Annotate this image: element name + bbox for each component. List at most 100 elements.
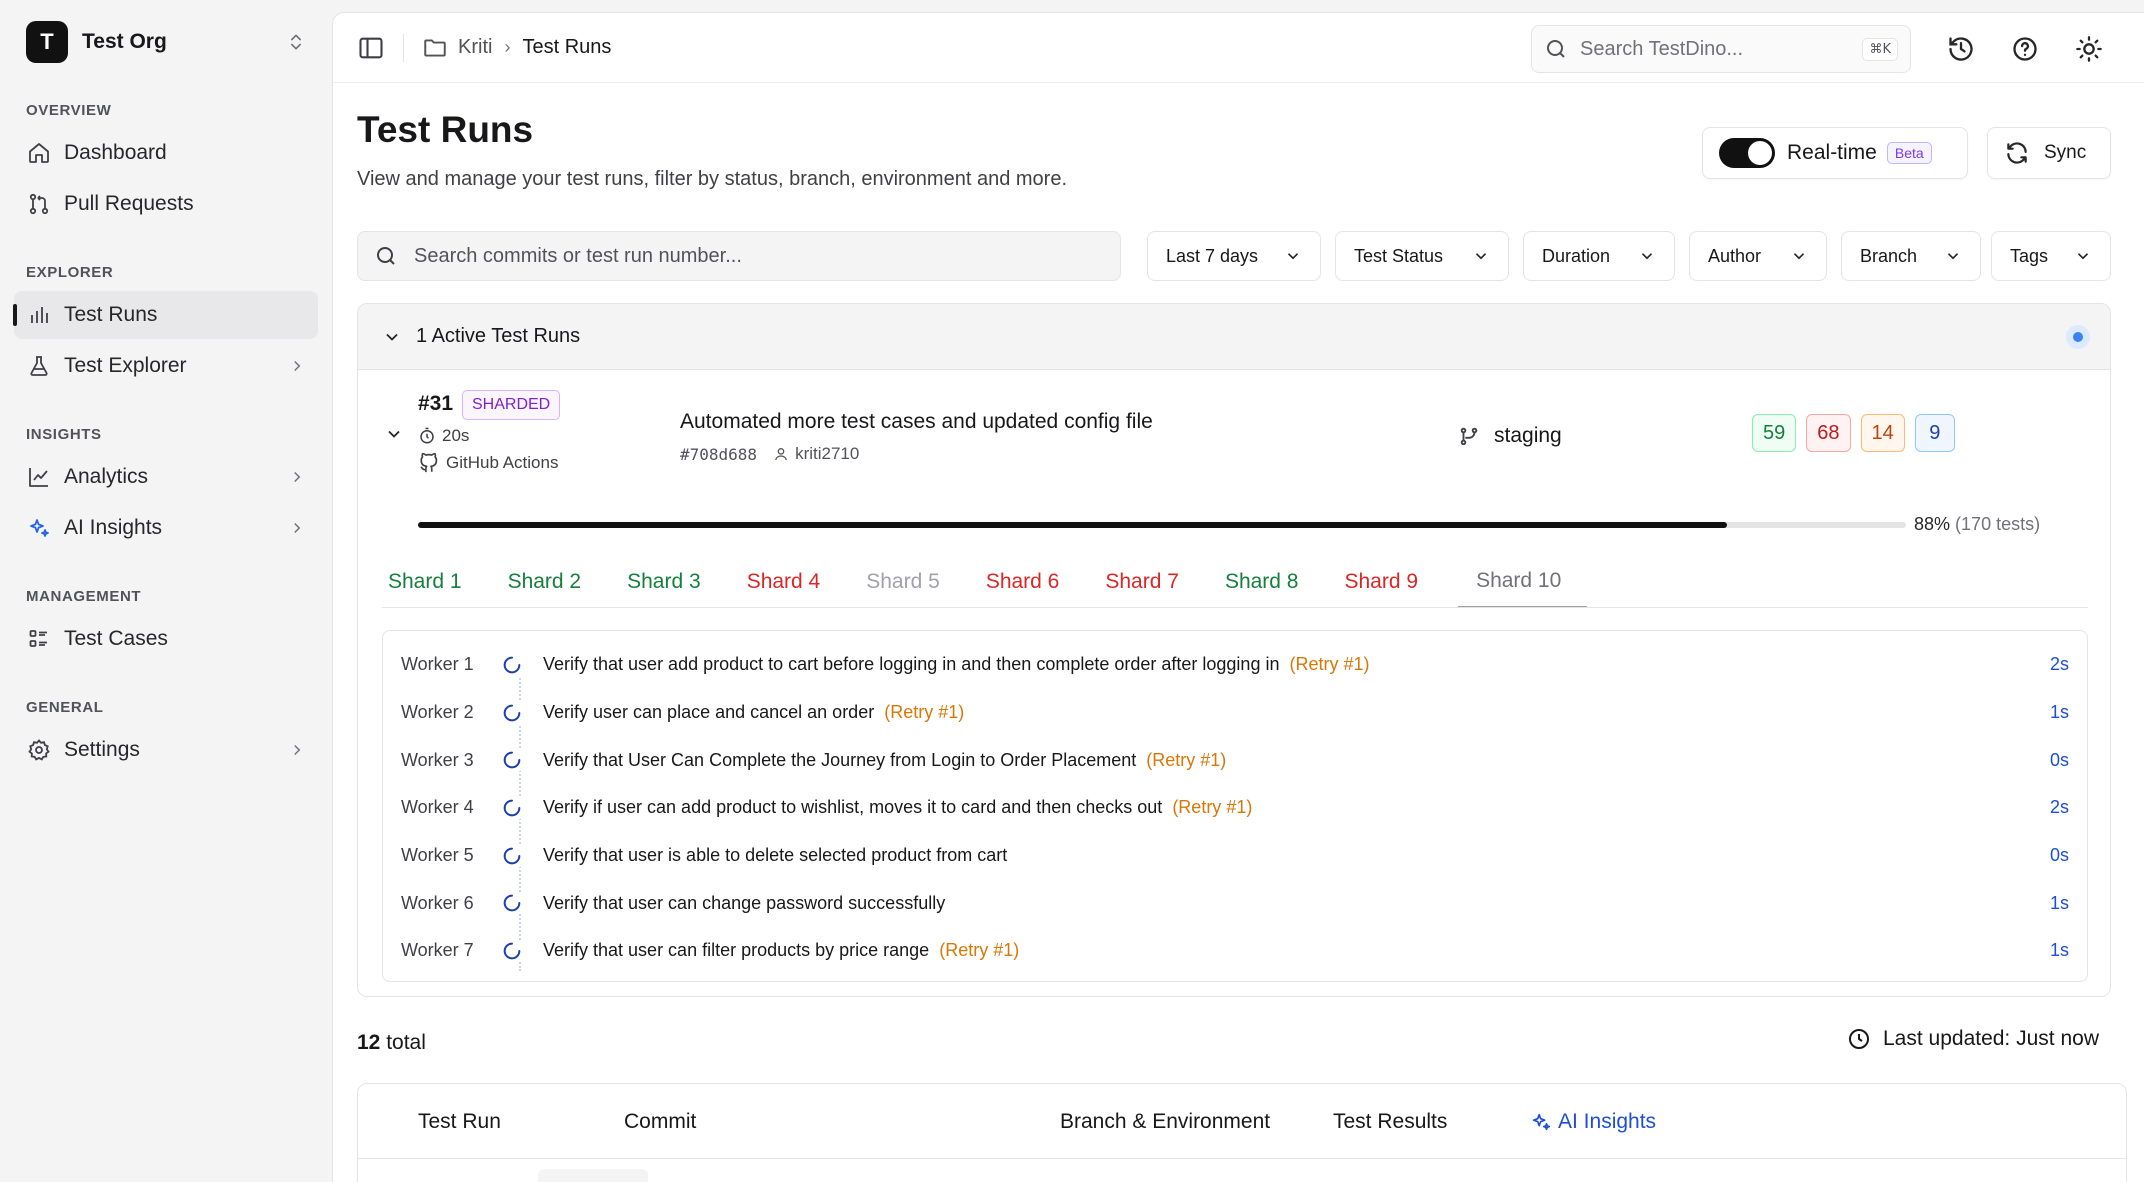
total-number: 12 — [357, 1031, 381, 1054]
org-switcher[interactable]: T Test Org — [14, 20, 318, 64]
breadcrumb-separator: › — [504, 37, 511, 57]
chevron-down-icon — [1793, 253, 1805, 260]
progress-percent: 88% — [1914, 514, 1951, 534]
column-test-run[interactable]: Test Run — [418, 1110, 501, 1134]
loading-spinner-icon — [501, 749, 523, 772]
tab-shard-9[interactable]: Shard 9 — [1339, 556, 1439, 608]
skipped-count[interactable]: 9 — [1914, 414, 1955, 452]
filter-label: Author — [1708, 245, 1762, 266]
commit-author: kriti2710 — [773, 444, 859, 464]
tab-shard-3[interactable]: Shard 3 — [621, 556, 721, 608]
tab-shard-4[interactable]: Shard 4 — [741, 556, 841, 608]
branch: staging — [1458, 424, 1562, 448]
history-icon[interactable] — [1947, 35, 1975, 63]
sidebar-item-analytics[interactable]: Analytics — [14, 453, 318, 501]
worker-row[interactable]: Worker 6 Verify that user can change pass… — [383, 879, 2087, 927]
refresh-icon — [2007, 142, 2027, 164]
worker-row[interactable]: Worker 2 Verify user can place and cancel… — [383, 689, 2087, 737]
retry-label: (Retry #1) — [884, 702, 965, 723]
failed-count[interactable]: 68 — [1806, 414, 1851, 452]
sidebar-item-test-explorer[interactable]: Test Explorer — [14, 342, 318, 390]
chevron-right-icon — [294, 522, 301, 534]
tab-shard-1[interactable]: Shard 1 — [382, 556, 482, 608]
theme-toggle-icon[interactable] — [2075, 35, 2103, 63]
workers-list: Worker 1 Verify that user add product to … — [382, 630, 2088, 982]
retry-label: (Retry #1) — [1146, 749, 1227, 770]
column-commit[interactable]: Commit — [624, 1110, 696, 1134]
worker-row[interactable]: Worker 3 Verify that User Can Complete th… — [383, 736, 2087, 784]
tab-shard-5[interactable]: Shard 5 — [860, 556, 960, 608]
test-title: Verify if user can add product to wishli… — [543, 797, 1163, 818]
active-runs-title: 1 Active Test Runs — [416, 325, 581, 347]
filter-branch[interactable]: Branch — [1841, 231, 1981, 281]
commit-message[interactable]: Automated more test cases and updated co… — [680, 410, 1153, 434]
worker-row[interactable]: Worker 4 Verify if user can add product t… — [383, 784, 2087, 832]
worker-row[interactable]: Worker 1 Verify that user add product to … — [383, 641, 2087, 689]
filter-label: Duration — [1542, 245, 1611, 266]
worker-elapsed: 1s — [2049, 892, 2069, 913]
global-search[interactable]: Search TestDino... ⌘K — [1531, 25, 1911, 73]
sidebar-toggle-icon[interactable] — [357, 34, 385, 62]
sidebar-item-settings[interactable]: Settings — [14, 726, 318, 774]
ci-label: GitHub Actions — [446, 453, 559, 472]
filter-date-range[interactable]: Last 7 days — [1147, 231, 1321, 281]
filter-label: Last 7 days — [1166, 245, 1259, 266]
breadcrumb-project[interactable]: Kriti — [458, 36, 492, 59]
loading-spinner-icon — [501, 653, 523, 676]
filter-author[interactable]: Author — [1689, 231, 1827, 281]
worker-row[interactable]: Worker 5 Verify that user is able to dele… — [383, 832, 2087, 880]
run-number[interactable]: #31 — [418, 392, 453, 416]
chevron-down-icon[interactable] — [384, 424, 404, 444]
tab-shard-7[interactable]: Shard 7 — [1099, 556, 1199, 608]
loading-spinner-icon — [501, 844, 523, 867]
branch-name: staging — [1494, 424, 1562, 447]
search-placeholder: Search TestDino... — [1580, 37, 1744, 60]
tab-shard-2[interactable]: Shard 2 — [502, 556, 602, 608]
breadcrumb-current: Test Runs — [522, 36, 612, 58]
runs-table-body — [357, 1159, 2127, 1182]
worker-test: Verify that user add product to cart bef… — [543, 654, 2050, 675]
sync-button[interactable]: Sync — [1987, 127, 2111, 179]
column-test-results[interactable]: Test Results — [1333, 1110, 1447, 1134]
section-general: GENERAL — [26, 699, 104, 716]
active-runs-header[interactable]: 1 Active Test Runs — [358, 304, 2110, 370]
sync-label: Sync — [2044, 142, 2087, 163]
page-subtitle: View and manage your test runs, filter b… — [357, 168, 1067, 190]
realtime-toggle[interactable] — [1719, 138, 1775, 168]
duration-value: 20s — [442, 426, 470, 445]
chevrons-up-down-icon — [291, 34, 301, 50]
sidebar-item-label: AI Insights — [64, 516, 163, 539]
progress-fill — [418, 522, 1728, 528]
flask-icon — [26, 353, 52, 379]
git-pull-request-icon — [26, 191, 52, 217]
ai-insights-label: AI Insights — [1558, 1110, 1657, 1133]
filter-duration[interactable]: Duration — [1523, 231, 1675, 281]
sparkles-icon — [1532, 1113, 1551, 1131]
sidebar-item-pull-requests[interactable]: Pull Requests — [14, 180, 318, 228]
worker-elapsed: 1s — [2049, 702, 2069, 723]
run-search-input[interactable]: Search commits or test run number... — [357, 231, 1121, 281]
column-ai-insights[interactable]: AI Insights — [1530, 1110, 1656, 1134]
column-branch-environment[interactable]: Branch & Environment — [1060, 1110, 1270, 1134]
sidebar-item-test-runs[interactable]: Test Runs — [13, 291, 318, 339]
help-icon[interactable] — [2011, 35, 2039, 63]
tab-shard-8[interactable]: Shard 8 — [1219, 556, 1319, 608]
sidebar-item-ai-insights[interactable]: AI Insights — [14, 504, 318, 552]
sidebar-item-label: Test Runs — [64, 303, 158, 326]
worker-name: Worker 7 — [401, 940, 474, 961]
filter-tags[interactable]: Tags — [1991, 231, 2111, 281]
sidebar-item-dashboard[interactable]: Dashboard — [14, 129, 318, 177]
passed-count[interactable]: 59 — [1752, 414, 1797, 452]
shard-tabs: Shard 1 Shard 2 Shard 3 Shard 4 Shard 5 Shard… — [382, 556, 1607, 608]
tab-shard-10[interactable]: Shard 10 — [1458, 556, 1588, 608]
flaky-count[interactable]: 14 — [1860, 414, 1905, 452]
worker-row[interactable]: Worker 7 Verify that user can filter prod… — [383, 927, 2087, 975]
tab-shard-6[interactable]: Shard 6 — [980, 556, 1080, 608]
sidebar-item-test-cases[interactable]: Test Cases — [14, 615, 318, 663]
active-run-row[interactable]: #31 SHARDED 20s GitHub Actions Automated… — [358, 370, 2110, 480]
filter-test-status[interactable]: Test Status — [1335, 231, 1509, 281]
clock-icon — [1849, 1029, 1869, 1049]
chevron-down-icon[interactable] — [382, 327, 402, 347]
commit-hash[interactable]: #708d688 — [680, 445, 757, 464]
realtime-toggle-box[interactable]: Real-time Beta — [1702, 127, 1968, 179]
